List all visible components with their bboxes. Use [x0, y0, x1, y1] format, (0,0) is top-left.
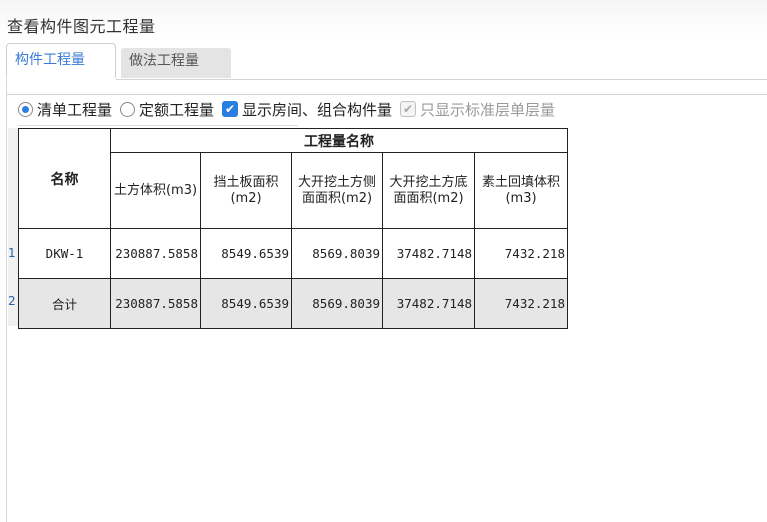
- cell-value[interactable]: 7432.218: [474, 228, 568, 279]
- tab-method-quantity[interactable]: 做法工程量: [121, 48, 231, 78]
- cell-value[interactable]: 37482.7148: [382, 228, 475, 279]
- options-bar: 清单工程量 定额工程量 ✔ 显示房间、组合构件量 ✔ 只显示标准层单层量: [18, 98, 563, 120]
- row-number: 1: [8, 246, 16, 260]
- checkbox-show-room[interactable]: ✔ 显示房间、组合构件量: [222, 99, 392, 120]
- radio-checked-icon[interactable]: [18, 101, 33, 117]
- column-header: 素土回填体积(m3): [474, 152, 568, 229]
- cell-value[interactable]: 230887.5858: [110, 278, 201, 329]
- cell-value[interactable]: 8549.6539: [200, 278, 292, 329]
- cell-name[interactable]: 合计: [18, 278, 111, 329]
- tab-divider: [116, 79, 767, 80]
- checkbox-checked-icon[interactable]: ✔: [222, 101, 239, 117]
- cell-value[interactable]: 8549.6539: [200, 228, 292, 279]
- radio-quota-quantity[interactable]: 定额工程量: [120, 99, 214, 120]
- cell-value[interactable]: 8569.8039: [291, 228, 383, 279]
- cell-value[interactable]: 230887.5858: [110, 228, 201, 279]
- column-header: 挡土板面积(m2): [200, 152, 292, 229]
- table-row-total[interactable]: 合计 230887.5858 8549.6539 8569.8039 37482…: [18, 278, 568, 329]
- tab-component-quantity[interactable]: 构件工程量: [6, 43, 116, 78]
- cell-value[interactable]: 8569.8039: [291, 278, 383, 329]
- checkbox-disabled-checked-icon: ✔: [400, 101, 417, 117]
- cell-value[interactable]: 7432.218: [474, 278, 568, 329]
- table-row[interactable]: DKW-1 230887.5858 8549.6539 8569.8039 37…: [18, 228, 568, 279]
- column-group-header: 工程量名称: [110, 128, 568, 153]
- quantity-table: 名称 工程量名称 土方体积(m3) 挡土板面积(m2) 大开挖土方侧面面积(m2…: [18, 128, 568, 329]
- column-header: 大开挖土方侧面面积(m2): [291, 152, 383, 229]
- row-number: 2: [8, 294, 16, 308]
- column-header: 土方体积(m3): [110, 152, 201, 229]
- radio-bill-label: 清单工程量: [37, 100, 113, 119]
- radio-unchecked-icon[interactable]: [120, 101, 136, 117]
- panel-divider: [6, 94, 767, 95]
- checkbox-standard-floor: ✔ 只显示标准层单层量: [400, 99, 555, 120]
- radio-quota-label: 定额工程量: [139, 100, 215, 119]
- cell-value[interactable]: 37482.7148: [382, 278, 475, 329]
- checkbox-standard-floor-label: 只显示标准层单层量: [420, 100, 556, 119]
- column-header-name: 名称: [18, 128, 111, 229]
- window-title: 查看构件图元工程量: [7, 17, 156, 36]
- panel-border: [6, 79, 7, 522]
- checkbox-show-room-label: 显示房间、组合构件量: [242, 100, 393, 119]
- radio-bill-quantity[interactable]: 清单工程量: [18, 99, 112, 120]
- cell-name[interactable]: DKW-1: [18, 228, 111, 279]
- options-divider: [18, 125, 298, 126]
- column-header: 大开挖土方底面面积(m2): [382, 152, 475, 229]
